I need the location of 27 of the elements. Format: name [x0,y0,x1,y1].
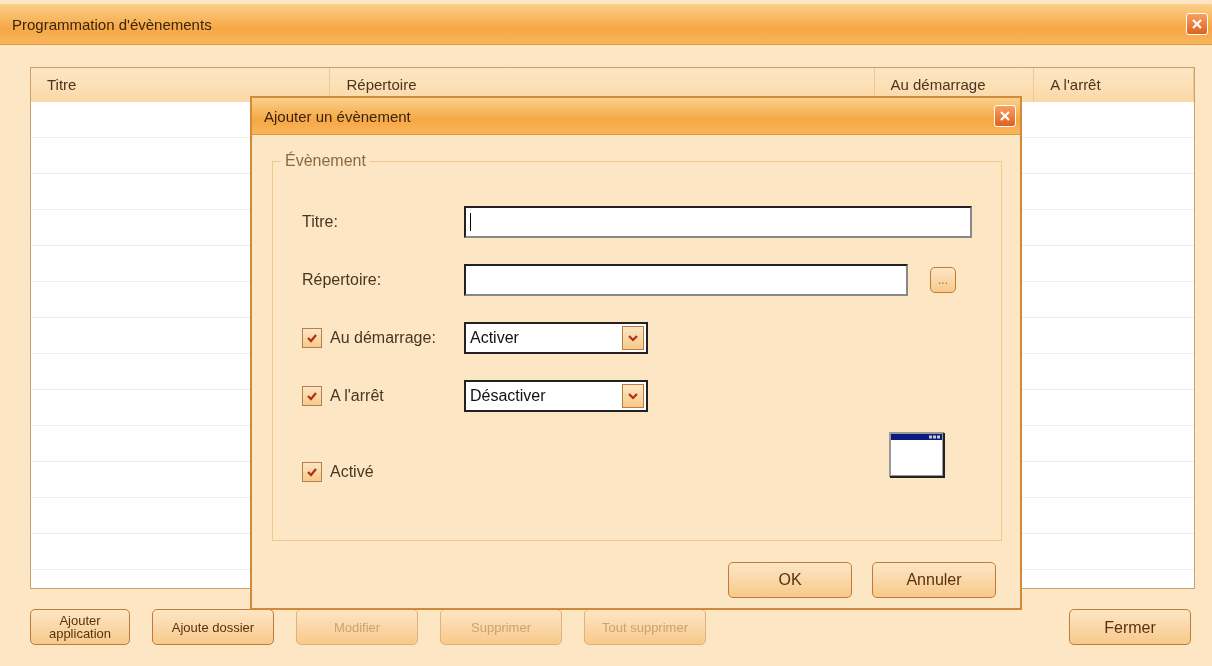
field-label: Titre: [302,213,338,231]
checkbox[interactable] [302,462,322,482]
dialog-button[interactable]: OK [728,562,852,598]
window-title: Programmation d'évènements [12,15,212,33]
action-button[interactable]: Ajouter application [30,609,130,645]
dialog-button[interactable]: Annuler [872,562,996,598]
field-label: Au démarrage: [330,329,436,347]
input-field[interactable] [464,206,972,238]
checkbox[interactable] [302,386,322,406]
dropdown[interactable]: Activer [464,322,648,354]
field-label: A l'arrêt [330,387,384,405]
dialog-title: Ajouter un évènement [264,107,411,125]
close-icon [999,110,1011,122]
check-icon [306,332,318,344]
window-icon [889,432,945,478]
dropdown[interactable]: Désactiver [464,380,648,412]
input-field[interactable] [464,264,908,296]
close-button[interactable] [1186,13,1208,35]
action-button[interactable]: Ajoute dossier [152,609,274,645]
close-button[interactable] [994,105,1016,127]
action-button[interactable]: Fermer [1069,609,1191,645]
checkbox[interactable] [302,328,322,348]
close-icon [1191,18,1203,30]
field-label: Activé [330,463,374,481]
field-label: Répertoire: [302,271,382,289]
check-icon [306,390,318,402]
check-icon [306,466,318,478]
